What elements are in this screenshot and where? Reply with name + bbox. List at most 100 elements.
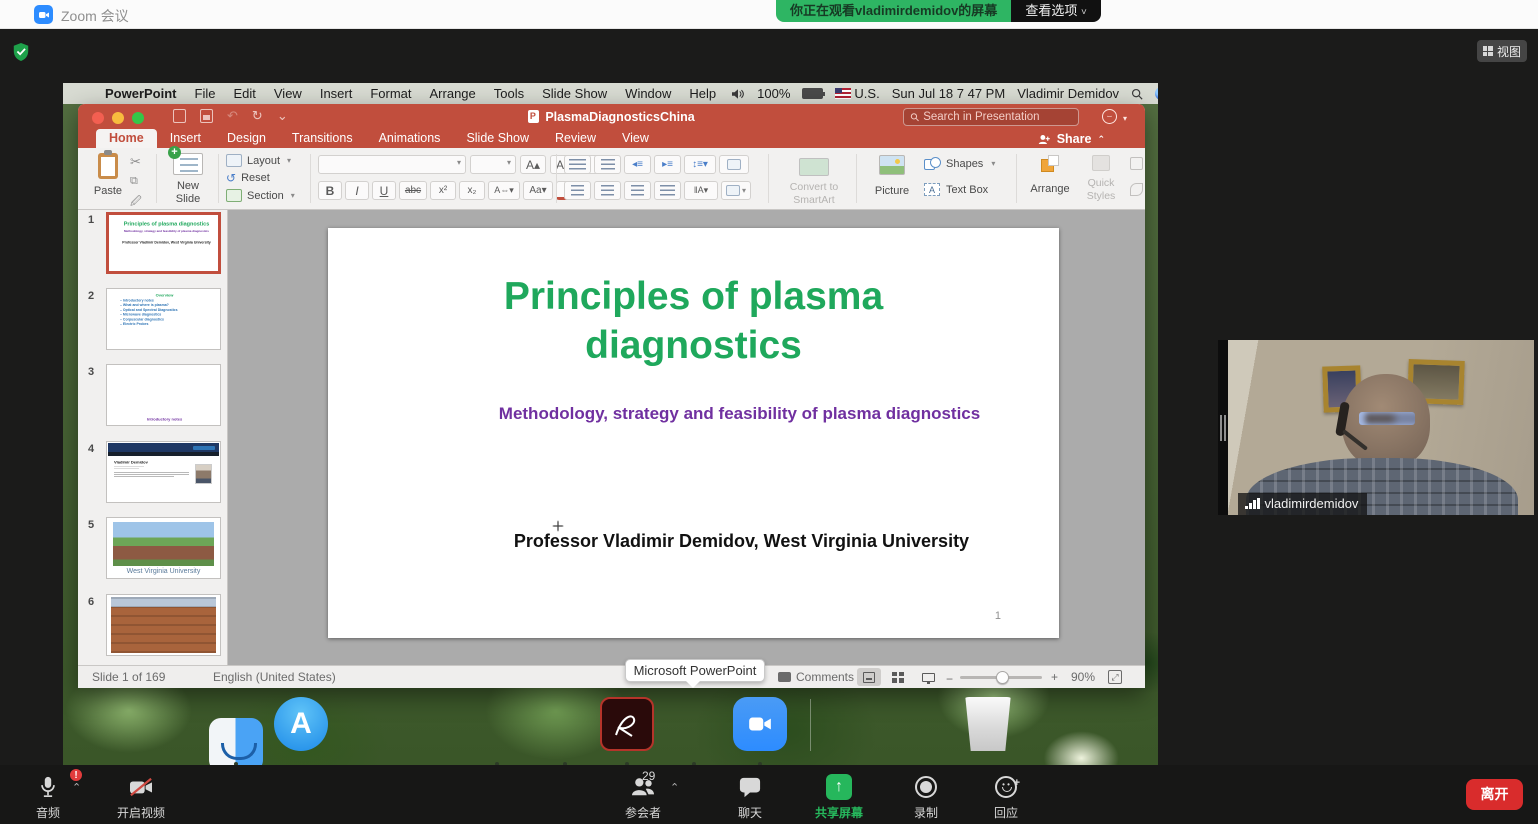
comments-button[interactable]: Comments [778,670,854,684]
audio-button[interactable]: ! 音频 [20,773,76,821]
picture-button[interactable]: Picture [866,155,918,197]
align-text-button[interactable]: ▾ [721,181,751,200]
menu-window[interactable]: Window [616,86,680,101]
shapes-button[interactable]: Shapes▾ [924,157,995,170]
numbering-button[interactable] [594,155,621,174]
dock-finder-icon[interactable] [209,718,263,765]
line-spacing-button[interactable]: ↕≡▾ [684,155,716,174]
current-slide[interactable]: Principles of plasma diagnostics Methodo… [328,228,1059,638]
slide-canvas[interactable]: Principles of plasma diagnostics Methodo… [228,210,1145,665]
align-left-button[interactable] [564,181,591,200]
italic-button[interactable]: I [345,181,369,200]
menu-edit[interactable]: Edit [224,86,264,101]
tab-home[interactable]: Home [96,129,157,148]
security-shield-icon[interactable] [12,42,30,67]
spotlight-search-icon[interactable] [1125,88,1149,100]
shape-outline-button[interactable]: Shape Outline▾ [1130,183,1145,196]
cut-icon[interactable]: ✂ [130,154,142,170]
zoom-percentage[interactable]: 90% [1071,670,1095,684]
slide-thumbnail-3[interactable]: Introductory notes [106,364,221,426]
view-layout-button[interactable]: 视图 [1477,40,1527,62]
slide-sorter-view-button[interactable] [886,668,910,686]
change-case-button[interactable]: Aa▾ [523,181,553,200]
menu-arrange[interactable]: Arrange [421,86,485,101]
text-direction-button[interactable]: ‖A▾ [684,181,718,200]
menu-view[interactable]: View [265,86,311,101]
character-spacing-button[interactable]: A⇔▾ [488,181,520,200]
grow-font-button[interactable]: A▴ [520,155,546,174]
shape-fill-button[interactable]: Shape Fill▾ [1130,157,1145,170]
subscript-button[interactable]: x₂ [459,181,485,200]
superscript-button[interactable]: x² [430,181,456,200]
volume-icon[interactable] [725,88,751,100]
reactions-button[interactable]: + 回应 [978,773,1034,821]
quick-styles-button[interactable]: Quick Styles [1078,155,1124,202]
dock-trash-icon[interactable] [961,697,1015,751]
tab-insert[interactable]: Insert [157,129,214,148]
paste-button[interactable]: Paste [88,153,128,197]
menu-powerpoint[interactable]: PowerPoint [96,86,186,101]
search-input[interactable] [923,111,1072,123]
bold-button[interactable]: B [318,181,342,200]
new-slide-button[interactable]: New Slide [164,153,212,205]
start-video-button[interactable]: 开启视频 [104,773,178,821]
video-drag-handle[interactable] [1219,413,1227,443]
tab-view[interactable]: View [609,129,662,148]
menubar-clock[interactable]: Sun Jul 18 7 47 PM [886,86,1011,101]
align-center-button[interactable] [594,181,621,200]
layout-button[interactable]: Layout▾ [226,154,295,167]
dock-app-store-icon[interactable]: A [274,697,328,751]
slide-thumbnail-6[interactable] [106,594,221,656]
strikethrough-button[interactable]: abc [399,181,427,200]
slide-thumbnail-2[interactable]: Overview Introductory notes What and whe… [106,288,221,350]
copy-icon[interactable]: ⧉ [130,175,142,188]
participant-video-panel[interactable]: vladimirdemidov [1218,340,1534,515]
tab-design[interactable]: Design [214,129,279,148]
tab-slideshow[interactable]: Slide Show [453,129,542,148]
reset-button[interactable]: ↺ Reset [226,171,295,185]
audio-options-chevron[interactable]: ⌃ [72,781,81,794]
font-size-select[interactable] [470,155,516,174]
decrease-indent-button[interactable]: ◂≡ [624,155,651,174]
zoom-slider-knob[interactable] [996,671,1009,684]
tab-transitions[interactable]: Transitions [279,129,366,148]
menu-file[interactable]: File [186,86,225,101]
search-box[interactable] [903,108,1079,126]
convert-smartart-button[interactable]: Convert to SmartArt [778,158,850,206]
chat-button[interactable]: 聊天 [722,773,778,821]
tab-review[interactable]: Review [542,129,609,148]
zoom-slider[interactable] [960,676,1042,679]
menu-help[interactable]: Help [680,86,725,101]
dock-acrobat-icon[interactable] [600,697,654,751]
slide-thumbnail-1[interactable]: Principles of plasma diagnostics Methodo… [106,212,221,274]
slide-thumbnail-5[interactable]: West Virginia University [106,517,221,579]
language-status[interactable]: English (United States) [213,670,336,684]
normal-view-button[interactable] [857,668,881,686]
justify-button[interactable] [654,181,681,200]
leave-meeting-button[interactable]: 离开 [1466,779,1523,810]
font-name-select[interactable] [318,155,466,174]
slideshow-view-button[interactable] [916,668,940,686]
underline-button[interactable]: U [372,181,396,200]
dock-zoom-icon[interactable] [733,697,787,751]
menu-tools[interactable]: Tools [485,86,533,101]
section-button[interactable]: Section▾ [226,189,295,202]
zoom-in-button[interactable]: + [1051,670,1058,684]
view-options-button[interactable]: 查看选项 ˅ [1011,0,1100,22]
share-screen-button[interactable]: ↑ 共享屏幕 [804,773,874,821]
feedback-smiley-icon[interactable]: ⌣ [1102,109,1117,124]
input-source-flag-icon[interactable] [835,88,851,99]
columns-button[interactable] [719,155,749,174]
slide-thumbnail-4[interactable]: Vladimir Demidov [106,441,221,503]
fit-slide-button[interactable]: ⤢ [1108,670,1122,684]
align-right-button[interactable] [624,181,651,200]
participants-options-chevron[interactable]: ⌃ [670,781,679,794]
menu-slideshow[interactable]: Slide Show [533,86,616,101]
menu-insert[interactable]: Insert [311,86,362,101]
menu-format[interactable]: Format [361,86,420,101]
record-button[interactable]: 录制 [898,773,954,821]
increase-indent-button[interactable]: ▸≡ [654,155,681,174]
siri-icon[interactable] [1155,87,1158,100]
participants-button[interactable]: 29 参会者 [612,773,674,821]
bullets-button[interactable] [564,155,591,174]
